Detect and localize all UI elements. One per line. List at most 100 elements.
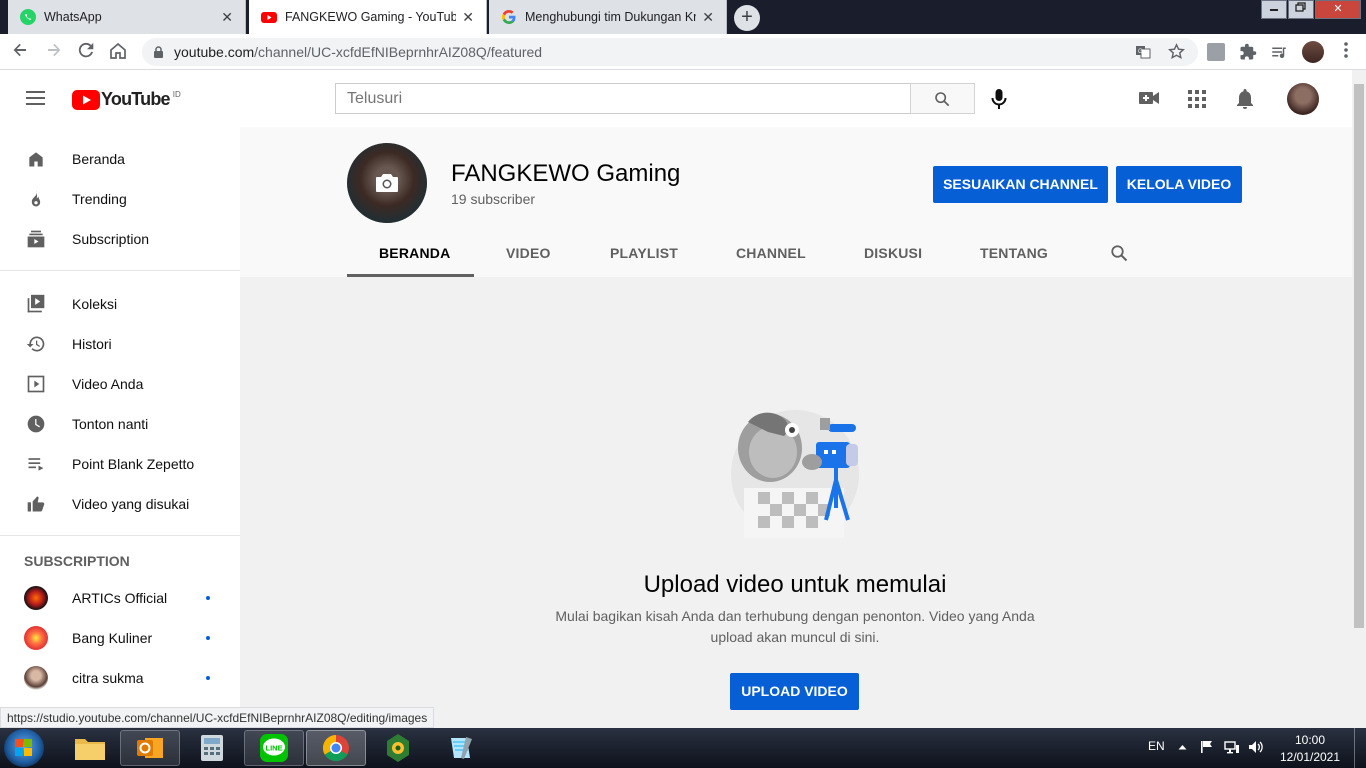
sidebar-item-beranda[interactable]: Beranda [0,139,240,179]
tab-title: WhatsApp [44,10,102,24]
channel-header: FANGKEWO Gaming 19 subscriber SESUAIKAN … [240,127,1352,277]
url-path: /channel/UC-xcfdEfNIBeprnhrAIZ08Q/featur… [254,44,543,60]
taskbar-game-app[interactable] [368,730,428,766]
subscription-label: citra sukma [72,670,144,686]
taskbar-notepad[interactable] [430,730,490,766]
tab-youtube[interactable]: FANGKEWO Gaming - YouTube ✕ [249,0,487,34]
sidebar-item-tonton-nanti[interactable]: Tonton nanti [0,404,240,444]
subscription-item[interactable]: citra sukma [0,658,240,698]
minimize-window-button[interactable] [1261,0,1287,19]
sidebar-item-label: Koleksi [72,296,118,312]
account-avatar[interactable] [1287,83,1319,115]
apps-button[interactable] [1188,90,1206,113]
sidebar-item-koleksi[interactable]: Koleksi [0,284,240,324]
reload-button[interactable] [76,42,96,62]
translate-icon[interactable]: G [1135,44,1151,60]
back-button[interactable] [10,42,30,62]
whatsapp-icon [20,9,36,25]
windows-logo-icon [15,739,32,756]
tab-google-support[interactable]: Menghubungi tim Dukungan Kre ✕ [489,0,727,34]
subscription-heading: SUBSCRIPTION [24,553,130,569]
fire-icon [31,190,41,207]
browser-tab-strip: WhatsApp ✕ FANGKEWO Gaming - YouTube ✕ M… [0,0,1366,34]
scrollbar-thumb[interactable] [1354,84,1364,628]
browser-profile-avatar[interactable] [1302,41,1324,63]
sidebar-item-video-anda[interactable]: Video Anda [0,364,240,404]
subscription-item[interactable]: ARTICs Official [0,578,240,618]
address-bar[interactable]: youtube.com/channel/UC-xcfdEfNIBeprnhrAI… [142,38,1198,66]
browser-menu-button[interactable] [1336,42,1356,62]
subscription-label: Bang Kuliner [72,630,153,646]
subscription-label: ARTICs Official [72,590,168,606]
video-camera-icon [1139,92,1159,104]
restore-window-button[interactable] [1288,0,1314,19]
sidebar-item-label: Tonton nanti [72,416,149,432]
manage-videos-button[interactable]: KELOLA VIDEO [1116,166,1242,203]
taskbar-line[interactable]: LINE [244,730,304,766]
channel-search-button[interactable] [1110,244,1128,267]
sidebar-divider [0,270,240,271]
new-content-dot [206,676,210,680]
channel-avatar[interactable] [347,143,427,223]
like-icon [27,496,45,512]
tab-beranda[interactable]: BERANDA [379,245,450,261]
microphone-icon [991,89,1007,109]
network-icon[interactable] [1224,740,1240,754]
youtube-page: YouTube ID Beranda Trending [0,70,1352,728]
show-hidden-icons-icon[interactable] [1178,744,1187,750]
extension-icon[interactable] [1207,43,1225,61]
tab-channel[interactable]: CHANNEL [736,245,806,261]
google-icon [501,9,517,25]
tab-playlist[interactable]: PLAYLIST [610,245,678,261]
bookmark-star-icon[interactable] [1168,43,1185,60]
close-tab-icon[interactable]: ✕ [462,9,474,26]
notepad-icon [451,737,472,759]
start-button[interactable] [4,729,44,767]
watch-later-icon [27,415,45,433]
action-center-flag-icon[interactable] [1200,740,1214,754]
new-tab-button[interactable]: + [734,5,760,31]
subscriber-count: 19 subscriber [451,191,536,207]
notifications-button[interactable] [1236,88,1254,115]
taskbar-file-explorer[interactable] [60,730,120,766]
sidebar-item-label: Video yang disukai [72,496,190,512]
customize-channel-button[interactable]: SESUAIKAN CHANNEL [933,166,1108,203]
url-text: youtube.com/channel/UC-xcfdEfNIBeprnhrAI… [174,44,542,60]
subscriptions-icon [27,230,45,248]
forward-button[interactable] [44,42,64,62]
sidebar-item-video-yang-disukai[interactable]: Video yang disukai [0,484,240,524]
tab-video[interactable]: VIDEO [506,245,551,261]
close-tab-icon[interactable]: ✕ [221,9,233,26]
show-desktop-button[interactable] [1354,728,1366,768]
close-tab-icon[interactable]: ✕ [702,9,714,26]
taskbar-calculator[interactable] [182,730,242,766]
sidebar-item-trending[interactable]: Trending [0,179,240,219]
media-queue-icon[interactable] [1270,43,1288,61]
volume-icon[interactable] [1248,740,1264,754]
close-window-button[interactable]: ✕ [1315,0,1361,19]
sidebar-item-subscription[interactable]: Subscription [0,219,240,259]
taskbar-chrome[interactable] [306,730,366,766]
clock-time[interactable]: 10:00 [1280,733,1340,747]
search-input[interactable] [335,83,911,114]
clock-date[interactable]: 12/01/2021 [1278,750,1342,764]
upload-illustration-icon [731,410,859,538]
extensions-puzzle-icon[interactable] [1239,43,1257,61]
tab-diskusi[interactable]: DISKUSI [864,245,922,261]
create-video-button[interactable] [1139,90,1159,111]
input-language-indicator[interactable]: EN [1148,739,1165,753]
home-button[interactable] [108,42,128,62]
guide-menu-button[interactable] [26,90,46,111]
taskbar-outlook[interactable] [120,730,180,766]
tab-whatsapp[interactable]: WhatsApp ✕ [8,0,246,34]
voice-search-button[interactable] [990,88,1008,115]
sidebar-item-point-blank-zepetto[interactable]: Point Blank Zepetto [0,444,240,484]
tab-tentang[interactable]: TENTANG [980,245,1048,261]
upload-video-button[interactable]: UPLOAD VIDEO [730,673,859,710]
search-button[interactable] [910,83,975,114]
your-videos-icon [27,375,45,393]
subscription-item[interactable]: Bang Kuliner [0,618,240,658]
channel-content: Upload video untuk memulai Mulai bagikan… [240,277,1352,728]
youtube-logo[interactable]: YouTube ID [72,89,181,110]
sidebar-item-histori[interactable]: Histori [0,324,240,364]
